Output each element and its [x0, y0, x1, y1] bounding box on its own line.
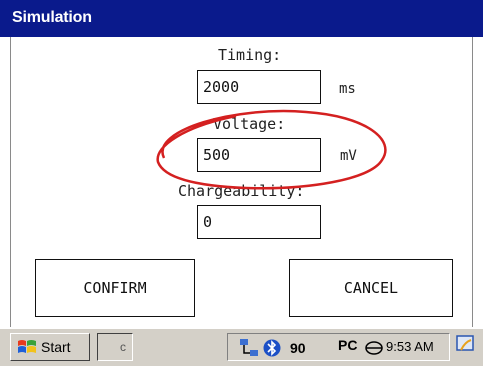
svg-text:90: 90: [290, 340, 306, 356]
cancel-button[interactable]: CANCEL: [289, 259, 453, 317]
confirm-button[interactable]: CONFIRM: [35, 259, 195, 317]
taskbar: Start c 90 PC 9:53 AM: [0, 327, 483, 366]
network-icon[interactable]: [238, 338, 260, 358]
voltage-input[interactable]: 500: [197, 138, 321, 172]
system-tray: 90 PC 9:53 AM: [227, 333, 450, 361]
clock[interactable]: 9:53 AM: [386, 339, 434, 354]
voltage-label: Voltage:: [213, 115, 286, 133]
speaker-icon[interactable]: 90: [290, 338, 310, 358]
start-button[interactable]: Start: [10, 333, 90, 361]
taskbar-item-label: c: [120, 340, 126, 354]
simulation-window: Simulation Timing: 2000 ms Voltage: 500 …: [0, 0, 483, 366]
bluetooth-icon[interactable]: [263, 338, 281, 358]
title-bar: Simulation: [0, 0, 483, 37]
show-desktop-icon[interactable]: [456, 334, 476, 356]
timing-label: Timing:: [218, 46, 282, 64]
taskbar-item[interactable]: c: [97, 333, 133, 361]
chargeability-label: Chargeability:: [178, 182, 305, 200]
windows-flag-icon: [18, 340, 36, 353]
window-title: Simulation: [12, 9, 92, 26]
pc-connection-label[interactable]: PC: [338, 337, 357, 353]
chargeability-input[interactable]: 0: [197, 205, 321, 239]
voltage-unit: mV: [340, 148, 357, 164]
start-label: Start: [41, 339, 71, 355]
timing-unit: ms: [339, 81, 356, 97]
storage-icon[interactable]: [364, 338, 384, 358]
timing-input[interactable]: 2000: [197, 70, 321, 104]
